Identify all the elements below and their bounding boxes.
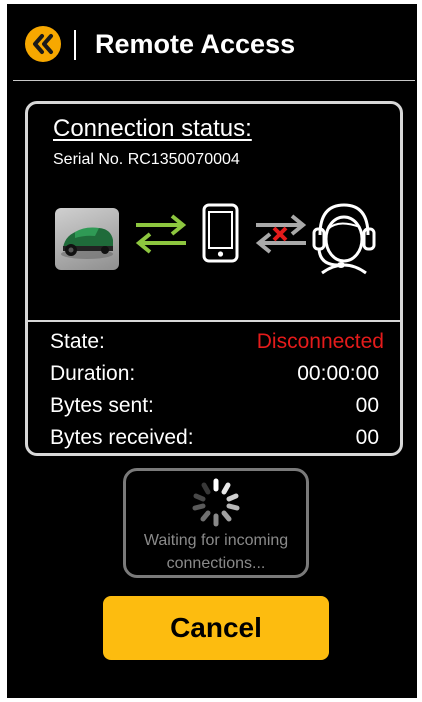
arrows-exchange-icon xyxy=(135,214,187,254)
state-value: Disconnected xyxy=(256,330,384,353)
robotic-mower-icon xyxy=(55,208,119,270)
duration-label: Duration: xyxy=(50,362,136,385)
cancel-button[interactable]: Cancel xyxy=(103,596,329,660)
bytes-sent-label: Bytes sent: xyxy=(50,394,154,417)
waiting-text: Waiting for incoming connections... xyxy=(143,532,289,572)
header-rule xyxy=(13,80,415,81)
back-button[interactable] xyxy=(25,26,61,62)
stat-row-bytes-sent: Bytes sent: 00 xyxy=(28,390,400,422)
header-divider xyxy=(74,30,76,60)
remote-access-screen: Remote Access Connection status: Serial … xyxy=(7,4,417,698)
header: Remote Access xyxy=(7,4,417,84)
state-label: State: xyxy=(50,330,105,353)
bytes-received-value: 00 xyxy=(355,426,379,449)
double-chevron-left-icon xyxy=(33,34,53,54)
stat-row-state: State: Disconnected xyxy=(28,326,400,358)
waiting-indicator: Waiting for incoming connections... xyxy=(123,468,309,578)
headset-agent-icon xyxy=(312,203,376,275)
duration-value: 00:00:00 xyxy=(297,362,379,385)
loading-spinner-icon xyxy=(192,478,240,527)
bytes-sent-value: 00 xyxy=(355,394,379,417)
stat-row-bytes-received: Bytes received: 00 xyxy=(28,422,400,453)
connection-status-heading: Connection status: xyxy=(53,115,252,142)
bytes-received-label: Bytes received: xyxy=(50,426,194,449)
panel-divider xyxy=(28,320,400,322)
page-title: Remote Access xyxy=(95,29,296,59)
connection-status-panel: Connection status: Serial No. RC13500700… xyxy=(25,101,403,456)
cancel-button-label: Cancel xyxy=(170,612,262,643)
serial-number: Serial No. RC1350070004 xyxy=(53,151,240,168)
smartphone-icon xyxy=(202,203,239,263)
connection-diagram xyxy=(28,192,400,292)
stat-row-duration: Duration: 00:00:00 xyxy=(28,358,400,390)
arrows-exchange-broken-icon xyxy=(255,214,307,254)
